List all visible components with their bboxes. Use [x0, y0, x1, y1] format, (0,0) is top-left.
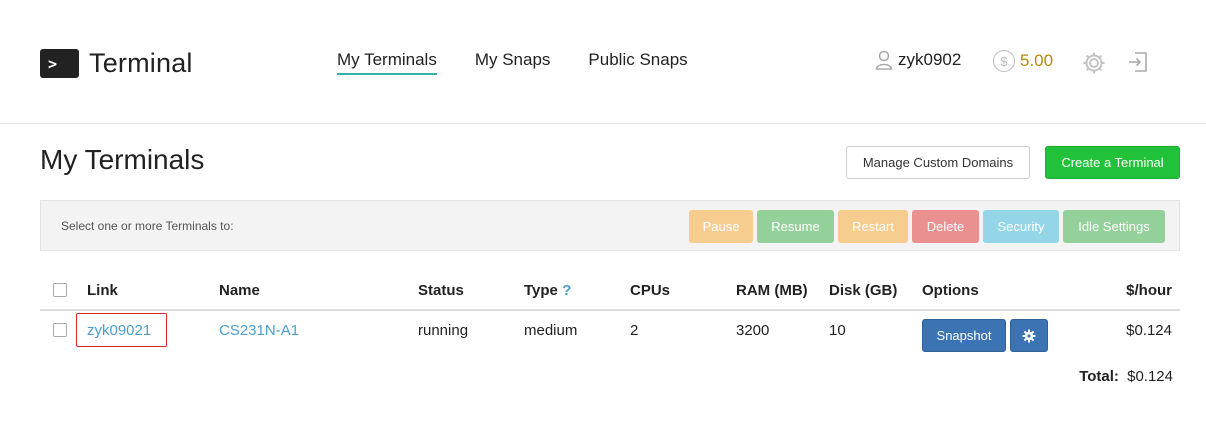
- total-cost: Total: $0.124: [1079, 368, 1173, 385]
- main-nav: My Terminals My Snaps Public Snaps: [337, 50, 726, 75]
- column-header-type-label: Type: [524, 282, 558, 299]
- credit-balance[interactable]: $ 5.00: [993, 50, 1053, 72]
- manage-custom-domains-button[interactable]: Manage Custom Domains: [846, 146, 1030, 179]
- column-header-options: Options: [922, 282, 979, 299]
- resume-button[interactable]: Resume: [757, 210, 834, 243]
- action-bar-label: Select one or more Terminals to:: [61, 219, 234, 233]
- column-header-name: Name: [219, 282, 260, 299]
- column-header-cpus: CPUs: [630, 282, 671, 299]
- type-help-icon[interactable]: ?: [562, 282, 571, 299]
- idle-settings-button[interactable]: Idle Settings: [1063, 210, 1165, 243]
- user-menu[interactable]: zyk0902: [875, 50, 961, 70]
- column-header-type: Type ?: [524, 282, 571, 299]
- top-header: > Terminal My Terminals My Snaps Public …: [0, 0, 1206, 124]
- column-header-ram: RAM (MB): [736, 282, 808, 299]
- settings-gear-icon[interactable]: [1082, 51, 1106, 75]
- row-select-checkbox[interactable]: [53, 323, 67, 337]
- username: zyk0902: [898, 50, 962, 69]
- logo[interactable]: > Terminal: [40, 48, 193, 79]
- select-all-checkbox[interactable]: [53, 283, 67, 297]
- terminal-name-link[interactable]: CS231N-A1: [219, 322, 299, 339]
- nav-public-snaps[interactable]: Public Snaps: [588, 50, 687, 75]
- column-header-status: Status: [418, 282, 464, 299]
- terminal-settings-button[interactable]: [1010, 319, 1048, 352]
- user-icon: [875, 50, 893, 70]
- terminal-logo-icon: >: [40, 49, 79, 78]
- page-title: My Terminals: [40, 144, 205, 175]
- terminal-price: $0.124: [1126, 322, 1172, 339]
- gear-icon: [1022, 329, 1036, 342]
- delete-button[interactable]: Delete: [912, 210, 979, 243]
- sign-out-icon[interactable]: [1127, 51, 1149, 73]
- terminal-cpus: 2: [630, 322, 639, 339]
- nav-my-snaps[interactable]: My Snaps: [475, 50, 551, 75]
- nav-my-terminals[interactable]: My Terminals: [337, 50, 437, 75]
- dollar-coin-icon: $: [993, 50, 1015, 72]
- column-header-link: Link: [87, 282, 118, 299]
- terminal-type: medium: [524, 322, 578, 339]
- terminal-disk: 10: [829, 322, 846, 339]
- total-label: Total:: [1079, 368, 1119, 385]
- pause-button[interactable]: Pause: [689, 210, 753, 243]
- total-value: $0.124: [1127, 368, 1173, 385]
- terminal-status: running: [418, 322, 469, 339]
- column-header-disk: Disk (GB): [829, 282, 898, 299]
- security-button[interactable]: Security: [983, 210, 1059, 243]
- logo-text: Terminal: [89, 48, 193, 78]
- bulk-action-bar: Select one or more Terminals to: Pause R…: [40, 200, 1180, 251]
- table-header-divider: [40, 309, 1180, 311]
- restart-button[interactable]: Restart: [838, 210, 908, 243]
- column-header-price: $/hour: [1126, 282, 1172, 299]
- terminal-ram: 3200: [736, 322, 770, 339]
- credit-amount: 5.00: [1020, 51, 1054, 70]
- create-terminal-button[interactable]: Create a Terminal: [1045, 146, 1180, 179]
- snapshot-button[interactable]: Snapshot: [922, 319, 1006, 352]
- terminal-link[interactable]: zyk09021: [87, 322, 151, 339]
